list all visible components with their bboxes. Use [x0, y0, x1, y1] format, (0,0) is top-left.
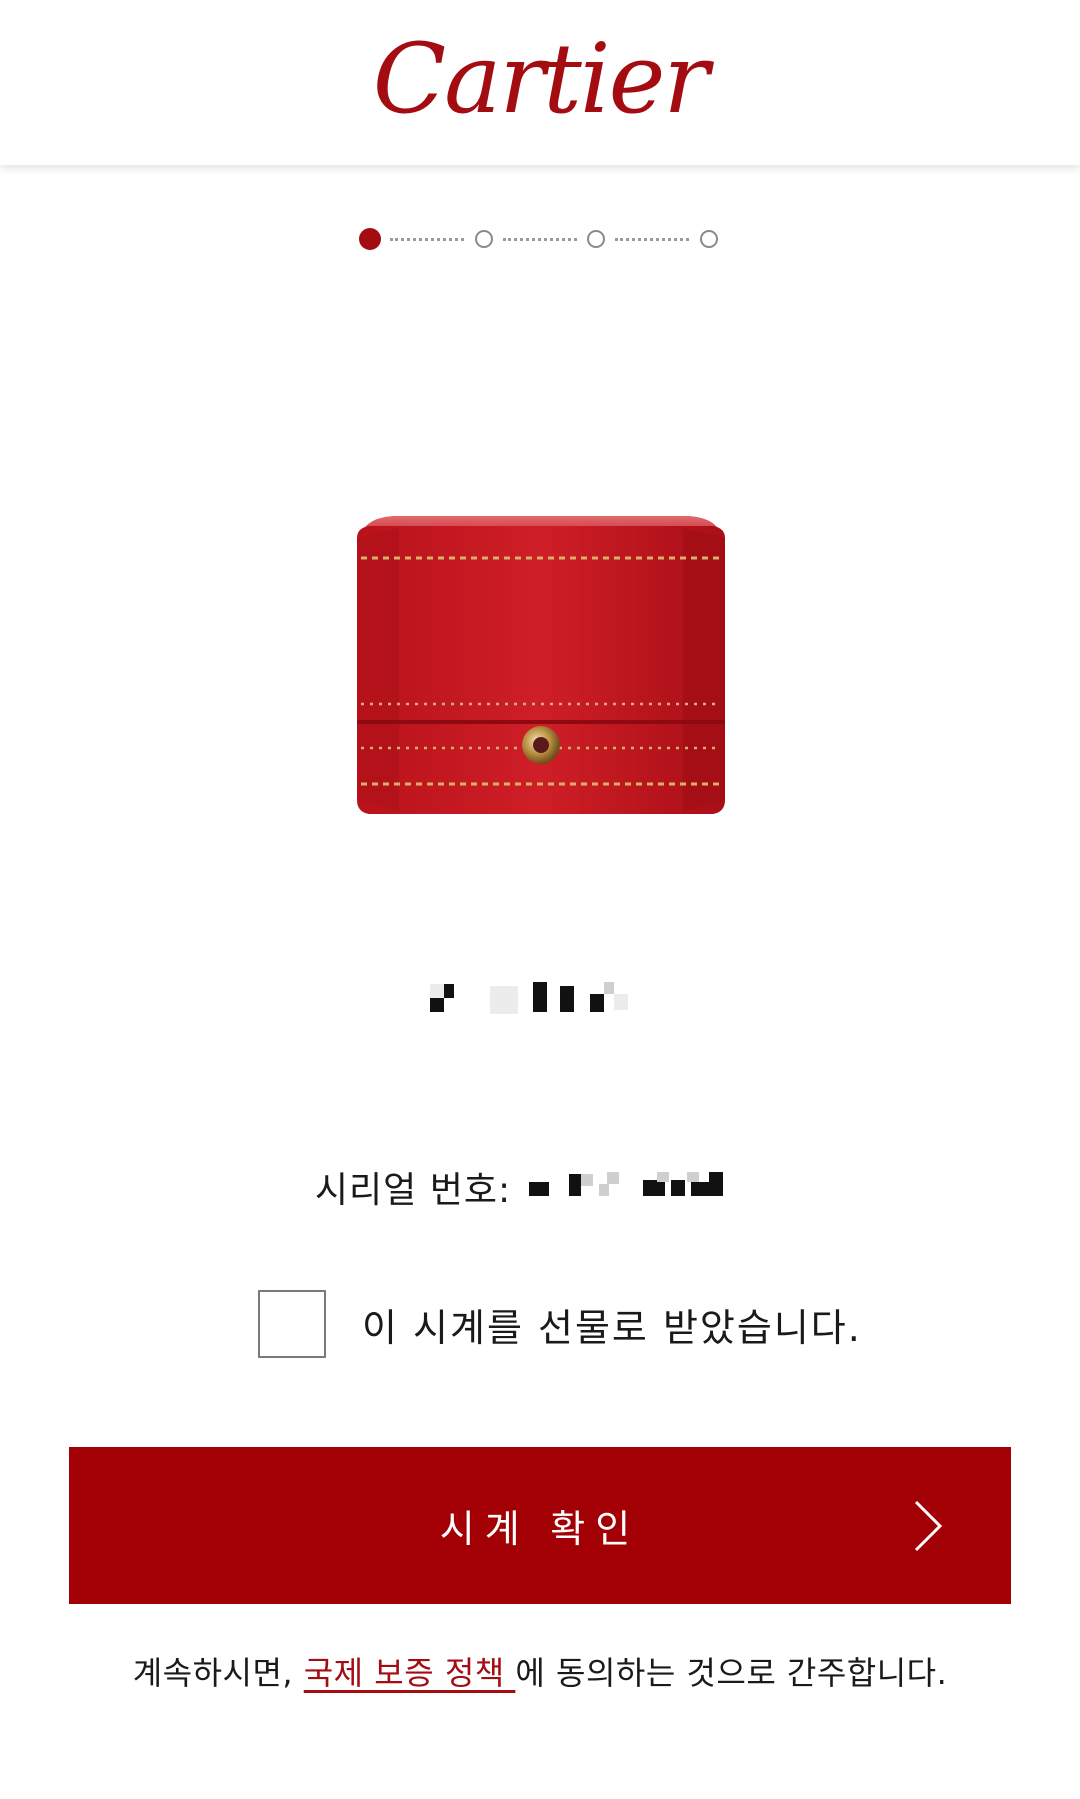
- gift-option-row[interactable]: 이 시계를 선물로 받았습니다.: [258, 1290, 862, 1358]
- serial-number-row: 시리얼 번호:: [0, 1162, 1080, 1212]
- terms-prefix: 계속하시면,: [132, 1654, 304, 1692]
- confirm-watch-label: 시계 확인: [439, 1509, 641, 1551]
- progress-stepper: [0, 228, 1080, 252]
- redacted-serial-number: [525, 1170, 765, 1204]
- step-1-dot: [359, 228, 381, 250]
- confirm-watch-button[interactable]: 시계 확인: [69, 1447, 1011, 1604]
- chevron-right-icon: [914, 1500, 943, 1551]
- header: Cartier: [0, 0, 1080, 165]
- terms-text: 계속하시면, 국제 보증 정책 에 동의하는 것으로 간주합니다.: [0, 1648, 1080, 1694]
- terms-suffix: 에 동의하는 것으로 간주합니다.: [515, 1654, 948, 1692]
- product-image: [353, 514, 729, 820]
- gift-checkbox-label: 이 시계를 선물로 받았습니다.: [362, 1305, 862, 1350]
- step-connector: [615, 238, 689, 241]
- step-3-dot: [587, 230, 605, 248]
- step-connector: [503, 238, 577, 241]
- cartier-logo: Cartier: [372, 22, 710, 135]
- gift-checkbox[interactable]: [258, 1290, 326, 1358]
- red-jewelry-box-icon: [357, 516, 725, 814]
- step-2-dot: [475, 230, 493, 248]
- serial-number-label: 시리얼 번호:: [314, 1170, 512, 1211]
- step-4-dot: [700, 230, 718, 248]
- warranty-policy-link[interactable]: 국제 보증 정책: [304, 1654, 516, 1692]
- step-connector: [390, 238, 464, 241]
- redacted-product-name: [400, 980, 660, 1022]
